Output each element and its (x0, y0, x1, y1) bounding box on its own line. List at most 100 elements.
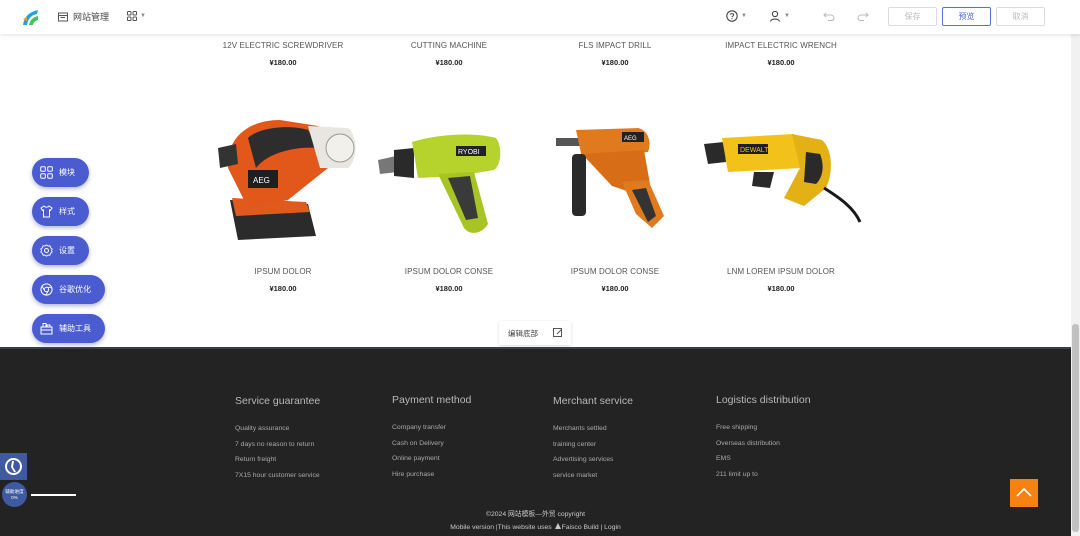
footer-link[interactable]: 211 limit up to (716, 471, 876, 487)
assist-progress-value: 0% (11, 494, 18, 500)
chevron-down-icon: ▼ (140, 13, 146, 19)
product-card[interactable]: CUTTING MACHINE ¥180.00 (374, 41, 524, 67)
faisco-brand[interactable]: Faisco (562, 524, 582, 531)
cordless-drill-icon[interactable]: RYOBI (378, 128, 508, 238)
help-menu[interactable]: ▼ (726, 10, 747, 22)
module-icon (40, 166, 53, 179)
product-card[interactable]: IPSUM DOLOR CONSE ¥180.00 (540, 267, 690, 293)
product-name[interactable]: FLS IMPACT DRILL (540, 41, 690, 50)
footer-column-service: Service guarantee Quality assurance 7 da… (235, 395, 321, 479)
faisco-logo-icon (554, 523, 561, 529)
cancel-button[interactable]: 取消 (996, 7, 1045, 26)
preview-button[interactable]: 预览 (942, 7, 991, 26)
hammer-drill-icon[interactable]: AEG (552, 124, 672, 234)
tools-label: 辅助工具 (59, 324, 91, 333)
footer-heading: Logistics distribution (716, 394, 811, 406)
footer-link[interactable]: Advertising services (553, 456, 713, 472)
footer-link[interactable]: service market (553, 472, 713, 488)
product-name[interactable]: LNM LOREM IPSUM DOLOR (706, 267, 856, 276)
editor-toolbar: 网站管理 ▼ ▼ ▼ 保存 预览 取消 (0, 0, 1080, 34)
redo-icon[interactable] (857, 11, 869, 21)
user-icon (769, 10, 781, 22)
settings-label: 设置 (59, 246, 75, 255)
footer-link[interactable]: Merchants settled (553, 425, 713, 441)
orbital-sander-icon[interactable]: AEG (208, 108, 360, 243)
chevron-up-icon (1016, 487, 1032, 497)
copyright-text: ©2024 网站模板—外贸 copyright (485, 511, 586, 518)
product-price: ¥180.00 (269, 58, 297, 67)
tshirt-icon (40, 205, 53, 218)
svg-text:AEG: AEG (624, 136, 637, 142)
footer-link[interactable]: Free shipping (716, 424, 876, 440)
accessibility-widget[interactable] (0, 453, 27, 480)
assist-progress-badge[interactable]: 辅助进度 0% (2, 482, 27, 507)
user-menu[interactable]: ▼ (769, 10, 790, 22)
product-name[interactable]: CUTTING MACHINE (374, 41, 524, 50)
footer-column-logistics: Logistics distribution Free shipping Ove… (716, 394, 811, 478)
site-management-label: 网站管理 (73, 12, 110, 22)
scrollbar-thumb[interactable] (1072, 324, 1079, 532)
website-icon (58, 12, 68, 21)
product-price: ¥180.00 (435, 58, 463, 67)
product-name[interactable]: IPSUM DOLOR CONSE (374, 267, 524, 276)
settings-button[interactable]: 设置 (32, 236, 89, 265)
footer-link[interactable]: Cash on Delivery (392, 440, 552, 456)
footer-meta: Mobile version |This website uses Faisco… (0, 522, 1071, 531)
product-card[interactable]: FLS IMPACT DRILL ¥180.00 (540, 41, 690, 67)
product-name[interactable]: IMPACT ELECTRIC WRENCH (706, 41, 856, 50)
build-login-links[interactable]: Build | Login (582, 524, 620, 531)
edit-icon (553, 328, 562, 337)
footer-link[interactable]: Hire purchase (392, 471, 552, 487)
svg-text:DEWALT: DEWALT (740, 147, 769, 154)
footer-link[interactable]: Company transfer (392, 424, 552, 440)
reciprocating-saw-icon[interactable]: DEWALT (704, 128, 864, 228)
footer-heading: Service guarantee (235, 395, 321, 407)
chevron-down-icon: ▼ (741, 13, 747, 19)
site-management-menu[interactable]: 网站管理 (58, 10, 109, 23)
chevron-down-icon: ▼ (784, 13, 790, 19)
module-label: 模块 (59, 168, 75, 177)
product-name[interactable]: IPSUM DOLOR CONSE (540, 267, 690, 276)
product-name[interactable]: IPSUM DOLOR (208, 267, 358, 276)
product-card[interactable]: IPSUM DOLOR CONSE ¥180.00 (374, 267, 524, 293)
google-seo-button[interactable]: 谷歌优化 (32, 275, 105, 304)
google-seo-label: 谷歌优化 (59, 285, 91, 294)
site-footer: Service guarantee Quality assurance 7 da… (0, 347, 1071, 536)
product-price: ¥180.00 (767, 284, 795, 293)
footer-link[interactable]: Return freight (235, 456, 395, 472)
footer-column-merchant: Merchant service Merchants settled train… (553, 395, 633, 479)
save-button[interactable]: 保存 (888, 7, 937, 26)
footer-link[interactable]: 7X15 hour customer service (235, 472, 395, 488)
style-button[interactable]: 样式 (32, 197, 89, 226)
footer-link[interactable]: Overseas distribution (716, 440, 876, 456)
footer-link[interactable]: Quality assurance (235, 425, 395, 441)
product-card[interactable]: IPSUM DOLOR ¥180.00 (208, 267, 358, 293)
undo-icon[interactable] (823, 11, 835, 21)
style-label: 样式 (59, 207, 75, 216)
footer-heading: Payment method (392, 394, 472, 406)
accessibility-icon (5, 458, 22, 475)
footer-link[interactable]: training center (553, 441, 713, 457)
edit-footer-label: 编辑底部 (508, 328, 538, 338)
mobile-version-link[interactable]: Mobile version |This website uses (450, 524, 553, 531)
product-card[interactable]: 12V ELECTRIC SCREWDRIVER ¥180.00 (208, 41, 358, 67)
product-card[interactable]: LNM LOREM IPSUM DOLOR ¥180.00 (706, 267, 856, 293)
site-logo-icon[interactable] (21, 7, 41, 27)
module-button[interactable]: 模块 (32, 158, 89, 187)
edit-footer-button[interactable]: 编辑底部 (499, 321, 571, 345)
apps-menu[interactable]: ▼ (127, 11, 146, 21)
back-to-top-button[interactable] (1010, 479, 1038, 507)
product-price: ¥180.00 (435, 284, 463, 293)
tools-button[interactable]: 辅助工具 (32, 314, 105, 343)
product-name[interactable]: 12V ELECTRIC SCREWDRIVER (208, 41, 358, 50)
product-price: ¥180.00 (269, 284, 297, 293)
help-icon (726, 10, 738, 22)
footer-link[interactable]: EMS (716, 455, 876, 471)
product-price: ¥180.00 (767, 58, 795, 67)
svg-text:AEG: AEG (253, 176, 270, 185)
footer-link[interactable]: 7 days no reason to return (235, 441, 395, 457)
assist-progress-line (31, 494, 76, 496)
product-price: ¥180.00 (601, 58, 629, 67)
footer-link[interactable]: Online payment (392, 455, 552, 471)
product-card[interactable]: IMPACT ELECTRIC WRENCH ¥180.00 (706, 41, 856, 67)
